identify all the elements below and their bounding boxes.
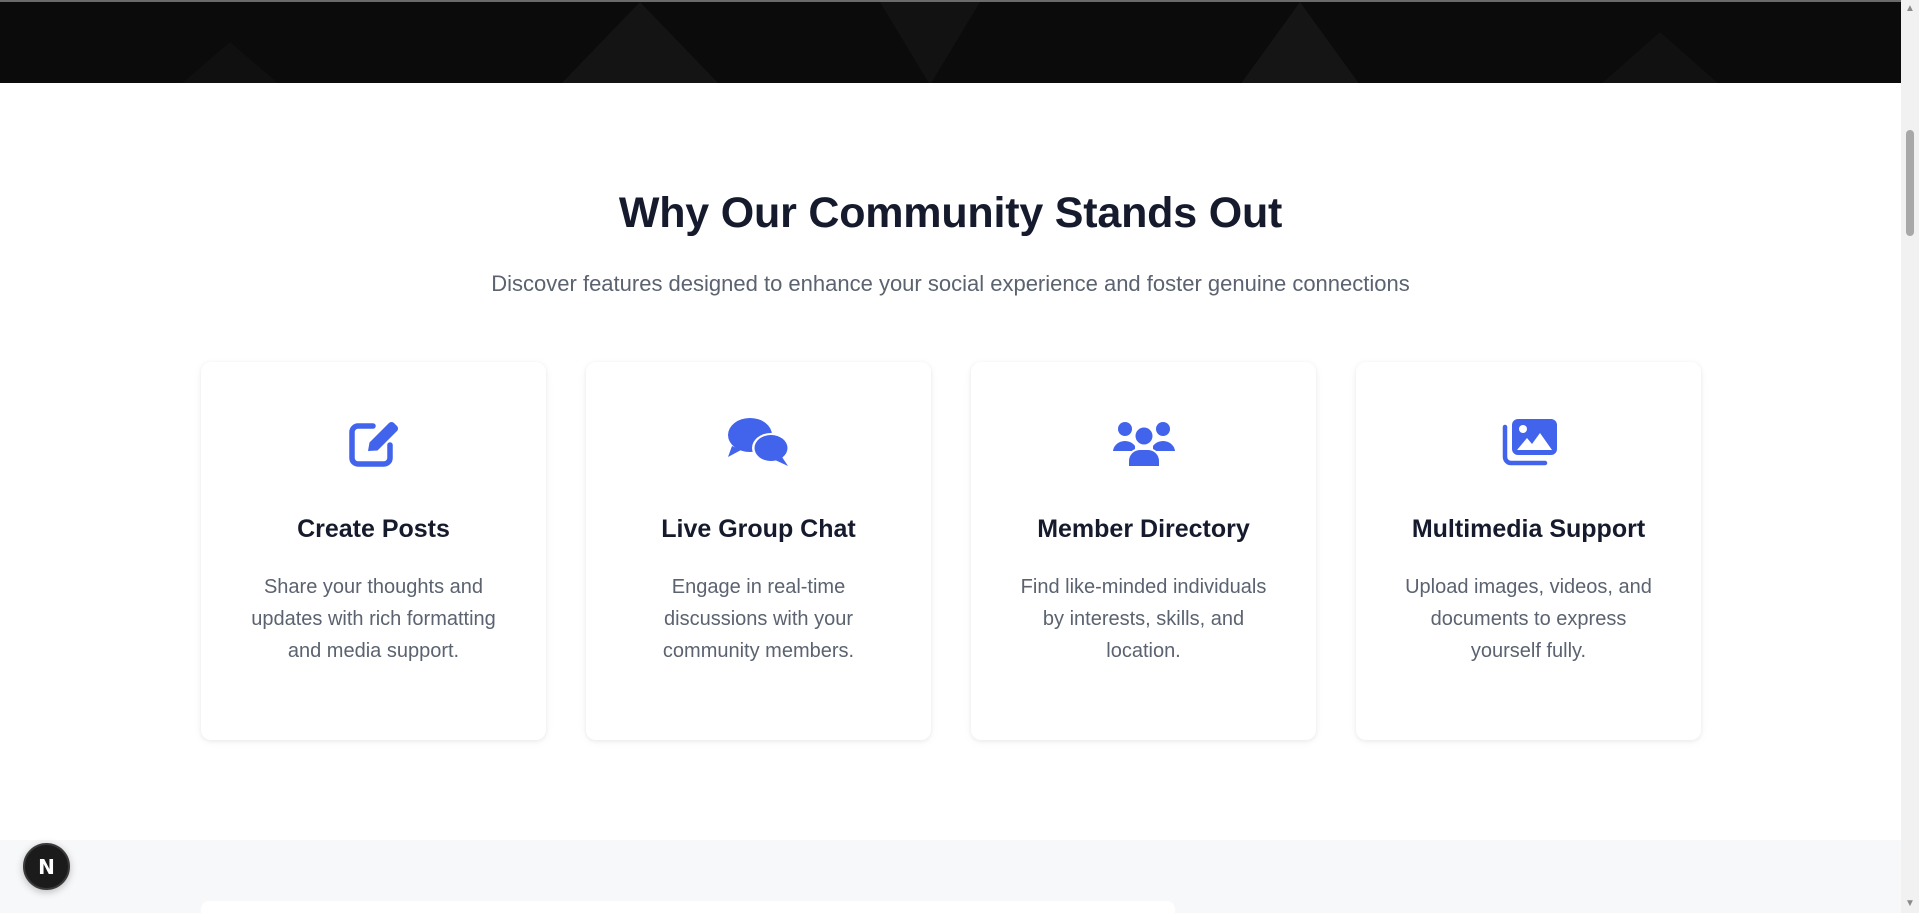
scroll-down-arrow-icon[interactable]: ▼ <box>1904 898 1916 910</box>
card-title: Member Directory <box>1037 515 1250 543</box>
features-section: Why Our Community Stands Out Discover fe… <box>0 83 1901 840</box>
card-description: Upload images, videos, and documents to … <box>1405 576 1652 662</box>
page-viewport: Why Our Community Stands Out Discover fe… <box>0 0 1901 913</box>
scroll-up-arrow-icon[interactable]: ▲ <box>1904 3 1916 15</box>
hero-background-pattern <box>182 2 1718 83</box>
edit-icon <box>341 414 407 470</box>
next-section-card <box>201 901 1175 913</box>
section-title: Why Our Community Stands Out <box>618 189 1283 237</box>
nextjs-dev-indicator-button[interactable]: N <box>23 843 70 890</box>
users-icon <box>1111 414 1177 470</box>
vertical-scrollbar[interactable]: ▲ ▼ <box>1901 0 1919 913</box>
card-description: Share your thoughts and updates with ric… <box>251 576 496 662</box>
card-title: Create Posts <box>297 515 450 543</box>
feature-card-live-group-chat: Live Group Chat Engage in real-time disc… <box>586 362 931 740</box>
card-title: Multimedia Support <box>1411 515 1646 543</box>
card-title: Live Group Chat <box>661 515 856 543</box>
hero-section-bottom <box>0 0 1901 83</box>
feature-card-create-posts: Create Posts Share your thoughts and upd… <box>201 362 546 740</box>
images-icon <box>1496 414 1562 470</box>
feature-cards: Create Posts Share your thoughts and upd… <box>201 362 1701 740</box>
feature-card-member-directory: Member Directory Find like-minded indivi… <box>971 362 1316 740</box>
card-description: Find like-minded individuals by interest… <box>1020 576 1267 662</box>
card-description: Engage in real-time discussions with you… <box>662 576 855 662</box>
feature-card-multimedia-support: Multimedia Support Upload images, videos… <box>1356 362 1701 740</box>
section-subtitle: Discover features designed to enhance yo… <box>491 271 1410 296</box>
next-section <box>0 840 1901 913</box>
chat-bubbles-icon <box>726 414 792 470</box>
scrollbar-thumb[interactable] <box>1906 130 1914 236</box>
